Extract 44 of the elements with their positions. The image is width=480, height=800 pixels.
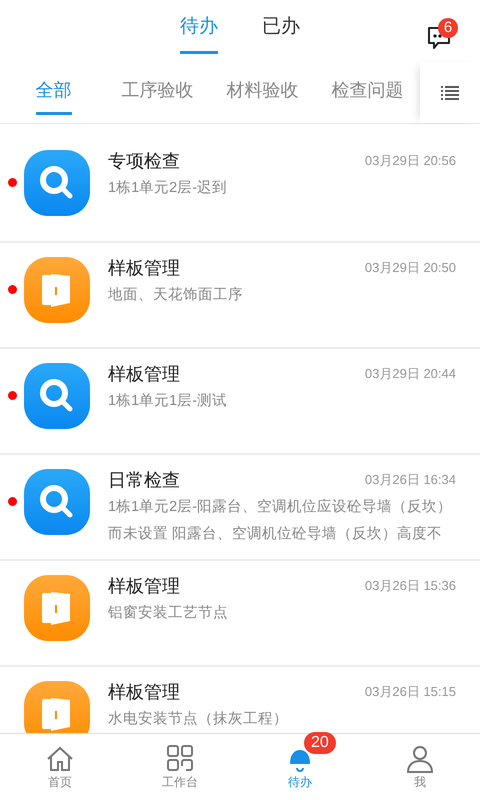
item-time: 03月26日 15:36 [364, 577, 456, 596]
nav-label: 首页 [48, 774, 72, 790]
category-tab[interactable]: 全部 [36, 77, 72, 115]
nav-label: 我 [414, 774, 426, 790]
item-time: 03月26日 15:15 [364, 683, 456, 702]
item-title: 专项检查 [108, 150, 180, 172]
door-app-icon [24, 257, 90, 323]
item-title: 样板管理 [108, 256, 180, 280]
home-icon [45, 744, 75, 774]
item-description: 水电安装节点（抹灰工程） [108, 710, 289, 729]
person-icon [405, 744, 435, 774]
notification-badge: 6 [438, 18, 458, 38]
item-description: 铝窗安装工艺节点 [108, 604, 229, 623]
item-time: 03月29日 20:50 [364, 259, 456, 278]
top-tab[interactable]: 待办 [180, 12, 218, 54]
item-title: 日常检查 [108, 468, 180, 492]
item-description: 而未设置 阳露台、空调机位砼导墙（反坎）高度不 [108, 524, 444, 544]
magnifier-app-icon [24, 469, 90, 535]
category-tab[interactable]: 检查问题 [332, 77, 404, 115]
item-description: 1栋1单元2层-迟到 [108, 179, 228, 198]
nav-tab[interactable]: 待办 20 [240, 734, 360, 800]
nav-tab[interactable]: 工作台 [120, 734, 240, 800]
item-title: 样板管理 [108, 362, 180, 386]
count-badge: 20 [304, 732, 336, 754]
nav-tab[interactable]: 首页 [0, 734, 120, 800]
top-tab[interactable]: 已办 [262, 12, 300, 54]
item-time: 03月29日 20:44 [364, 365, 456, 384]
grid-icon [165, 744, 195, 774]
list-icon[interactable] [441, 84, 459, 100]
magnifier-app-icon [24, 150, 90, 216]
magnifier-app-icon [24, 363, 90, 429]
item-description: 1栋1单元2层-阳露台、空调机位应设砼导墙（反坎） [108, 498, 454, 517]
door-app-icon [24, 575, 90, 641]
nav-tab[interactable]: 我 [360, 734, 480, 800]
nav-label: 待办 [288, 774, 312, 790]
item-time: 03月26日 16:34 [364, 471, 456, 490]
category-tab[interactable]: 材料验收 [226, 77, 298, 115]
item-title: 样板管理 [108, 574, 180, 598]
item-description: 1栋1单元1层-测试 [108, 392, 228, 411]
item-time: 03月29日 20:56 [364, 152, 456, 170]
item-description: 地面、天花饰面工序 [108, 286, 244, 305]
item-title: 样板管理 [108, 680, 180, 704]
nav-label: 工作台 [162, 774, 198, 790]
category-tab[interactable]: 工序验收 [122, 77, 194, 115]
